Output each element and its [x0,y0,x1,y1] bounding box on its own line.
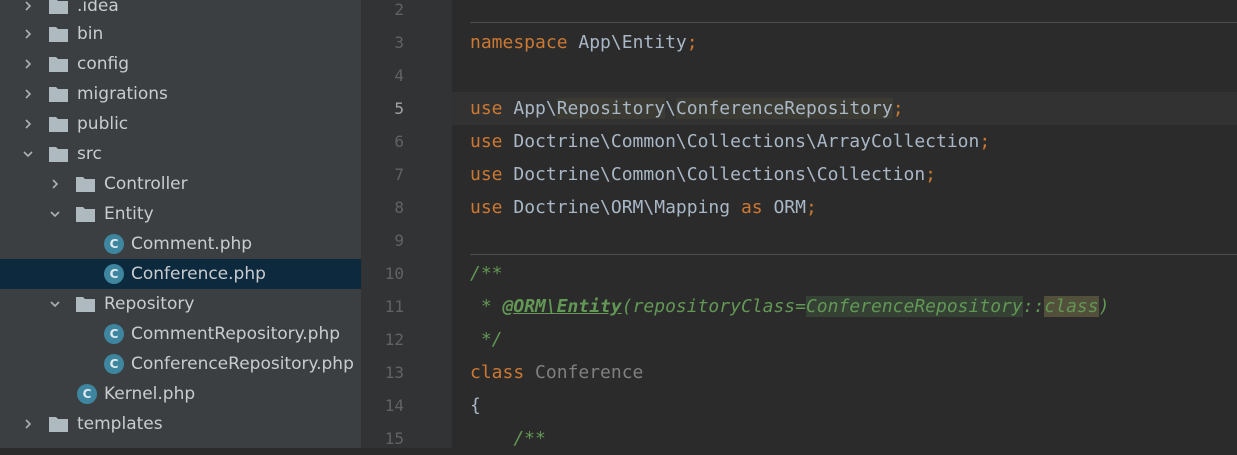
tree-item-label: Entity [104,204,154,224]
line-number: 4 [394,66,404,85]
code-editor[interactable]: namespace App\Entity; use App\Repository… [452,0,1237,448]
code-line-6[interactable]: use Doctrine\Common\Collections\ArrayCol… [470,125,990,158]
tree-item-templates[interactable]: templates [0,409,361,439]
chevron-right-icon[interactable] [20,409,36,439]
tree-item-commentrepository-php[interactable]: C CommentRepository.php [0,319,361,349]
php-class-icon: C [104,354,124,374]
tree-item-controller[interactable]: Controller [0,169,361,199]
folder-icon [76,207,95,222]
tree-item-label: config [77,54,130,74]
line-number: 10 [384,264,404,283]
folder-icon [49,0,68,14]
tree-item-bin[interactable]: bin [0,19,361,49]
chevron-right-icon[interactable] [20,109,36,139]
tree-item-label: .idea [77,0,119,16]
chevron-right-icon[interactable] [20,0,36,21]
chevron-down-icon[interactable] [20,139,36,169]
tree-item-idea[interactable]: .idea [0,0,361,21]
folder-icon [49,87,68,102]
code-line-15[interactable]: /** [470,422,546,448]
tree-item-label: Conference.php [131,264,266,284]
code-line-14[interactable]: { [470,389,481,422]
php-class-icon: C [104,264,124,284]
editor-gutter[interactable]: 2 3 4 5 6 7 8 9 10 11 12 13 14 15 [362,0,466,448]
chevron-right-icon[interactable] [20,79,36,109]
tree-item-label: Comment.php [131,234,253,254]
tree-item-migrations[interactable]: migrations [0,79,361,109]
tree-item-comment-php[interactable]: C Comment.php [0,229,361,259]
method-separator [470,254,1237,255]
tree-item-label: CommentRepository.php [131,324,341,344]
line-number: 9 [394,231,404,250]
tree-item-repository[interactable]: Repository [0,289,361,319]
chevron-right-icon[interactable] [20,49,36,79]
tree-item-label: ConferenceRepository.php [131,354,354,374]
tree-item-label: Kernel.php [104,384,196,404]
php-class-icon: C [104,234,124,254]
folder-icon [49,57,68,72]
code-line-7[interactable]: use Doctrine\Common\Collections\Collecti… [470,158,936,191]
line-number: 11 [384,297,404,316]
line-number: 14 [384,396,404,415]
chevron-down-icon[interactable] [47,199,63,229]
tree-item-public[interactable]: public [0,109,361,139]
tree-item-entity[interactable]: Entity [0,199,361,229]
tree-item-label: migrations [77,84,168,104]
tree-item-label: bin [77,24,104,44]
project-tree: .idea bin config migrations public src C… [0,0,361,448]
folder-icon [49,117,68,132]
chevron-right-icon[interactable] [47,169,63,199]
line-number: 7 [394,165,404,184]
code-line-13[interactable]: class Conference [470,356,643,389]
php-class-icon: C [77,384,97,404]
method-separator [470,22,1237,23]
tree-item-kernel-php[interactable]: C Kernel.php [0,379,361,409]
tree-item-label: Controller [104,174,188,194]
code-line-11[interactable]: * @ORM\Entity(repositoryClass=Conference… [470,290,1109,323]
tree-item-src[interactable]: src [0,139,361,169]
tree-item-conferencerepository-php[interactable]: C ConferenceRepository.php [0,349,361,379]
php-class-icon: C [104,324,124,344]
line-number: 3 [394,33,404,52]
tree-item-config[interactable]: config [0,49,361,79]
tree-item-label: templates [77,414,163,434]
tree-item-label: src [77,144,102,164]
line-number: 8 [394,198,404,217]
line-number-current: 5 [394,99,404,118]
chevron-down-icon[interactable] [47,289,63,319]
code-line-10[interactable]: /** [470,257,503,290]
line-number: 13 [384,363,404,382]
folder-icon [49,147,68,162]
line-number: 12 [384,330,404,349]
line-number: 6 [394,132,404,151]
tree-item-conference-php[interactable]: C Conference.php [0,259,361,289]
line-number: 2 [394,0,404,19]
tree-item-label: Repository [104,294,195,314]
folder-icon [49,27,68,42]
code-line-12[interactable]: */ [470,323,503,356]
folder-icon [76,177,95,192]
code-line-5[interactable]: use App\Repository\ConferenceRepository; [470,92,904,125]
tree-item-label: public [77,114,129,134]
folder-icon [76,297,95,312]
code-line-3[interactable]: namespace App\Entity; [470,26,698,59]
folder-icon [49,417,68,432]
code-line-8[interactable]: use Doctrine\ORM\Mapping as ORM; [470,191,817,224]
chevron-right-icon[interactable] [20,19,36,49]
line-number: 15 [384,429,404,448]
